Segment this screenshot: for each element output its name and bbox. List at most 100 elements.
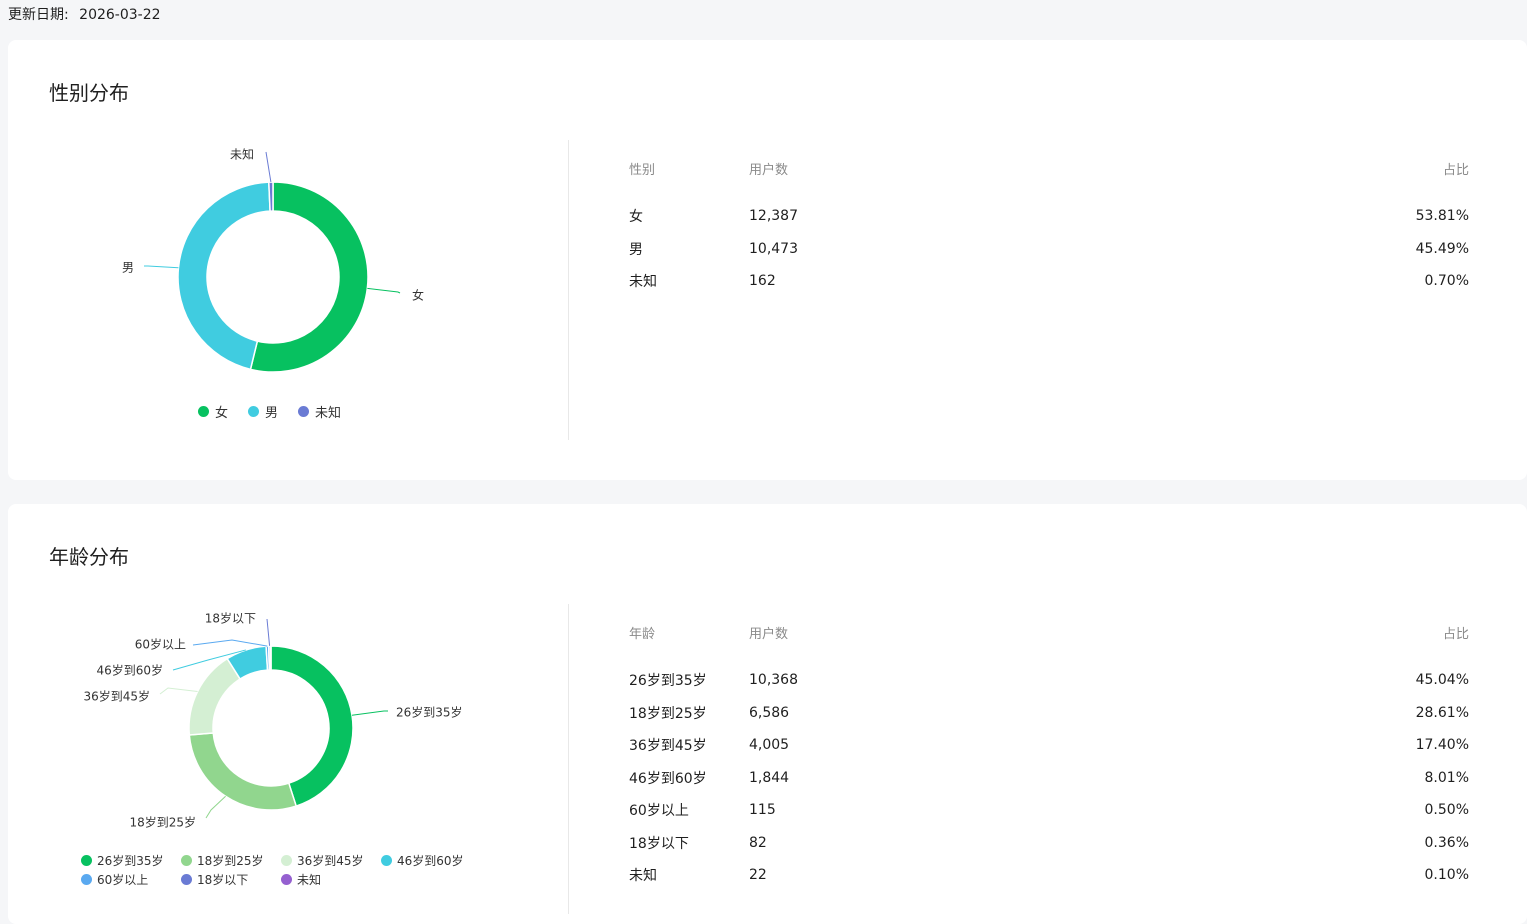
age-legend-label: 18岁以下 [197, 871, 248, 888]
gender-leader-line-0 [367, 288, 400, 293]
update-date-label: 更新日期: [8, 7, 69, 23]
age-slice-0[interactable] [271, 646, 353, 806]
row-ratio: 0.10% [949, 859, 1469, 892]
gender-legend-item-0[interactable]: 女 [198, 402, 228, 421]
update-date-line: 更新日期: 2026-03-22 [8, 4, 161, 24]
table-row: 未知 22 0.10% [629, 859, 1469, 892]
table-row: 18岁到25岁 6,586 28.61% [629, 697, 1469, 730]
row-count: 1,844 [749, 762, 949, 795]
row-ratio: 45.49% [949, 233, 1469, 266]
age-legend-item-5[interactable]: 18岁以下 [181, 871, 281, 888]
row-count: 162 [749, 265, 949, 298]
row-ratio: 0.36% [949, 827, 1469, 860]
age-slice-label-3: 46岁到60岁 [96, 663, 163, 678]
gender-legend-item-2[interactable]: 未知 [298, 402, 341, 421]
age-legend-label: 60岁以上 [97, 871, 148, 888]
age-legend-dot [81, 874, 92, 885]
header-gender: 性别 [629, 158, 749, 200]
row-count: 115 [749, 794, 949, 827]
gender-slice-label-2: 未知 [230, 148, 254, 162]
gender-legend-label: 未知 [315, 402, 341, 421]
age-leader-line-1 [206, 796, 226, 818]
row-count: 82 [749, 827, 949, 860]
row-count: 10,368 [749, 664, 949, 697]
age-distribution-card: 年龄分布 26岁到35岁18岁到25岁36岁到45岁46岁到60岁60岁以上18… [8, 504, 1527, 924]
gender-slice-1[interactable] [178, 182, 270, 369]
table-row: 男 10,473 45.49% [629, 233, 1469, 266]
age-legend-dot [81, 855, 92, 866]
gender-legend-label: 男 [265, 402, 278, 421]
row-ratio: 8.01% [949, 762, 1469, 795]
age-slice-label-5: 18岁以下 [205, 611, 256, 626]
row-name: 男 [629, 233, 749, 266]
age-slice-label-4: 60岁以上 [135, 637, 186, 652]
age-legend-item-1[interactable]: 18岁到25岁 [181, 852, 281, 869]
age-legend-item-6[interactable]: 未知 [281, 871, 381, 888]
gender-table: 性别 用户数 占比 女 12,387 53.81% 男 10,473 45.49… [629, 158, 1469, 298]
gender-legend-dot [198, 406, 209, 417]
gender-legend-dot [248, 406, 259, 417]
age-leader-line-2 [160, 688, 198, 694]
age-legend-label: 18岁到25岁 [197, 852, 264, 869]
gender-legend-label: 女 [215, 402, 228, 421]
age-legend-label: 26岁到35岁 [97, 852, 164, 869]
age-legend-item-0[interactable]: 26岁到35岁 [81, 852, 181, 869]
table-row: 18岁以下 82 0.36% [629, 827, 1469, 860]
gender-legend-item-1[interactable]: 男 [248, 402, 278, 421]
row-name: 26岁到35岁 [629, 664, 749, 697]
age-legend-label: 未知 [297, 871, 321, 888]
gender-table-header: 性别 用户数 占比 [629, 158, 1469, 200]
row-count: 10,473 [749, 233, 949, 266]
age-slice-label-1: 18岁到25岁 [129, 815, 196, 830]
row-ratio: 17.40% [949, 729, 1469, 762]
row-count: 4,005 [749, 729, 949, 762]
header-user-count: 用户数 [749, 158, 949, 200]
age-legend-dot [181, 855, 192, 866]
age-legend: 26岁到35岁 18岁到25岁 36岁到45岁 46岁到60岁 60岁以上 18岁以下 未知 [81, 852, 501, 888]
header-age: 年龄 [629, 622, 749, 664]
table-row: 46岁到60岁 1,844 8.01% [629, 762, 1469, 795]
row-ratio: 0.50% [949, 794, 1469, 827]
age-divider [568, 604, 569, 914]
age-slice-label-0: 26岁到35岁 [396, 705, 463, 720]
table-row: 60岁以上 115 0.50% [629, 794, 1469, 827]
age-leader-line-5 [267, 619, 270, 646]
row-name: 18岁以下 [629, 827, 749, 860]
age-table: 年龄 用户数 占比 26岁到35岁 10,368 45.04% 18岁到25岁 … [629, 622, 1469, 892]
gender-slice-2[interactable] [269, 182, 273, 211]
row-name: 未知 [629, 859, 749, 892]
gender-slice-label-1: 男 [122, 261, 134, 275]
age-table-header: 年龄 用户数 占比 [629, 622, 1469, 664]
table-row: 女 12,387 53.81% [629, 200, 1469, 233]
age-legend-item-4[interactable]: 60岁以上 [81, 871, 181, 888]
table-row: 36岁到45岁 4,005 17.40% [629, 729, 1469, 762]
header-ratio: 占比 [949, 158, 1469, 200]
row-name: 60岁以上 [629, 794, 749, 827]
age-slice-2[interactable] [189, 659, 240, 735]
age-legend-dot [381, 855, 392, 866]
row-ratio: 45.04% [949, 664, 1469, 697]
table-row: 26岁到35岁 10,368 45.04% [629, 664, 1469, 697]
age-leader-line-0 [352, 711, 388, 715]
row-count: 12,387 [749, 200, 949, 233]
gender-leader-line-1 [144, 266, 178, 268]
age-leader-line-4 [193, 640, 267, 646]
row-name: 女 [629, 200, 749, 233]
age-slice-label-2: 36岁到45岁 [83, 689, 150, 704]
age-legend-dot [181, 874, 192, 885]
row-count: 22 [749, 859, 949, 892]
gender-legend-dot [298, 406, 309, 417]
header-user-count: 用户数 [749, 622, 949, 664]
gender-legend: 女 男 未知 [198, 402, 361, 421]
age-legend-label: 36岁到45岁 [297, 852, 364, 869]
age-legend-item-2[interactable]: 36岁到45岁 [281, 852, 381, 869]
row-name: 36岁到45岁 [629, 729, 749, 762]
gender-divider [568, 140, 569, 440]
row-ratio: 28.61% [949, 697, 1469, 730]
age-slice-1[interactable] [189, 733, 296, 810]
update-date-value: 2026-03-22 [79, 7, 160, 23]
age-legend-item-3[interactable]: 46岁到60岁 [381, 852, 481, 869]
age-legend-dot [281, 874, 292, 885]
row-count: 6,586 [749, 697, 949, 730]
age-legend-label: 46岁到60岁 [397, 852, 464, 869]
